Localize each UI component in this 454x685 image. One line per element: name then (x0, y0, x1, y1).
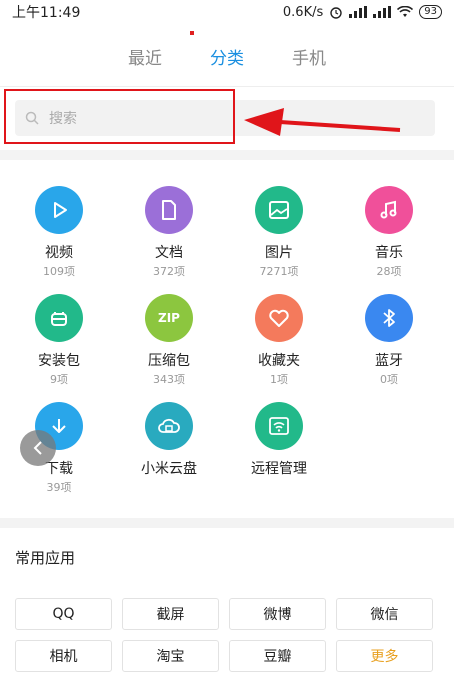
app-button-wechat[interactable]: 微信 (336, 598, 433, 630)
zip-icon-text: ZIP (158, 311, 180, 325)
alarm-icon (330, 7, 342, 19)
category-bluetooth[interactable]: 蓝牙 0项 (334, 294, 444, 387)
network-speed: 0.6K/s (282, 4, 324, 20)
category-remote[interactable]: 远程管理 (224, 402, 334, 479)
app-button-douban[interactable]: 豆瓣 (229, 640, 326, 672)
category-label: 小米云盘 (141, 461, 197, 477)
signal-icon (349, 6, 368, 18)
bluetooth-icon (365, 294, 413, 342)
category-count: 39项 (46, 481, 72, 494)
tab-category[interactable]: 分类 (210, 40, 244, 76)
document-icon (145, 186, 193, 234)
category-package[interactable]: 安装包 9项 (4, 294, 114, 387)
remote-wifi-icon (255, 402, 303, 450)
app-button-screenshot[interactable]: 截屏 (122, 598, 219, 630)
category-count: 1项 (270, 373, 288, 386)
category-cloud-drive[interactable]: 小米云盘 (114, 402, 224, 479)
category-video[interactable]: 视频 109项 (4, 186, 114, 279)
image-icon (255, 186, 303, 234)
divider (0, 86, 454, 87)
tab-recent[interactable]: 最近 (128, 40, 162, 76)
zip-icon: ZIP (145, 294, 193, 342)
category-count: 372项 (153, 265, 185, 278)
heart-icon (255, 294, 303, 342)
category-label: 音乐 (375, 245, 403, 261)
more-button[interactable]: 更多 (336, 640, 433, 672)
floating-back-button[interactable] (20, 430, 56, 466)
annotation-highlight-box (4, 89, 235, 144)
category-music[interactable]: 音乐 28项 (334, 186, 444, 279)
chevron-left-icon (33, 441, 42, 455)
category-count: 7271项 (259, 265, 299, 278)
common-apps-title: 常用应用 (15, 549, 76, 567)
category-count: 109项 (43, 265, 75, 278)
category-zip[interactable]: ZIP 压缩包 343项 (114, 294, 224, 387)
tab-phone[interactable]: 手机 (292, 40, 326, 76)
category-count: 343项 (153, 373, 185, 386)
category-label: 蓝牙 (375, 353, 403, 369)
category-count: 0项 (380, 373, 398, 386)
status-indicators: 0.6K/s 93 (283, 5, 442, 20)
play-icon (35, 186, 83, 234)
status-time: 上午11:49 (12, 5, 81, 21)
notification-dot (190, 31, 194, 35)
category-image[interactable]: 图片 7271项 (224, 186, 334, 279)
app-button-camera[interactable]: 相机 (15, 640, 112, 672)
category-document[interactable]: 文档 372项 (114, 186, 224, 279)
annotation-arrow (244, 108, 401, 136)
category-label: 压缩包 (148, 353, 190, 369)
app-button-weibo[interactable]: 微博 (229, 598, 326, 630)
category-count: 9项 (50, 373, 68, 386)
package-icon (35, 294, 83, 342)
category-count: 28项 (376, 265, 402, 278)
category-label: 收藏夹 (258, 353, 300, 369)
status-bar: 上午11:49 0.6K/s 93 (0, 0, 454, 24)
app-button-taobao[interactable]: 淘宝 (122, 640, 219, 672)
category-label: 文档 (155, 245, 183, 261)
top-tabs: 最近 分类 手机 (0, 40, 454, 76)
wifi-icon (397, 6, 414, 17)
category-label: 图片 (265, 245, 293, 261)
category-label: 视频 (45, 245, 73, 261)
battery-indicator: 93 (419, 5, 442, 19)
music-icon (365, 186, 413, 234)
app-button-qq[interactable]: QQ (15, 598, 112, 630)
category-label: 安装包 (38, 353, 80, 369)
section-separator (0, 518, 454, 528)
category-favorites[interactable]: 收藏夹 1项 (224, 294, 334, 387)
section-separator (0, 150, 454, 160)
category-label: 下载 (45, 461, 73, 477)
cloud-drive-icon (145, 402, 193, 450)
signal-hd-icon (373, 6, 392, 18)
category-label: 远程管理 (251, 461, 307, 477)
